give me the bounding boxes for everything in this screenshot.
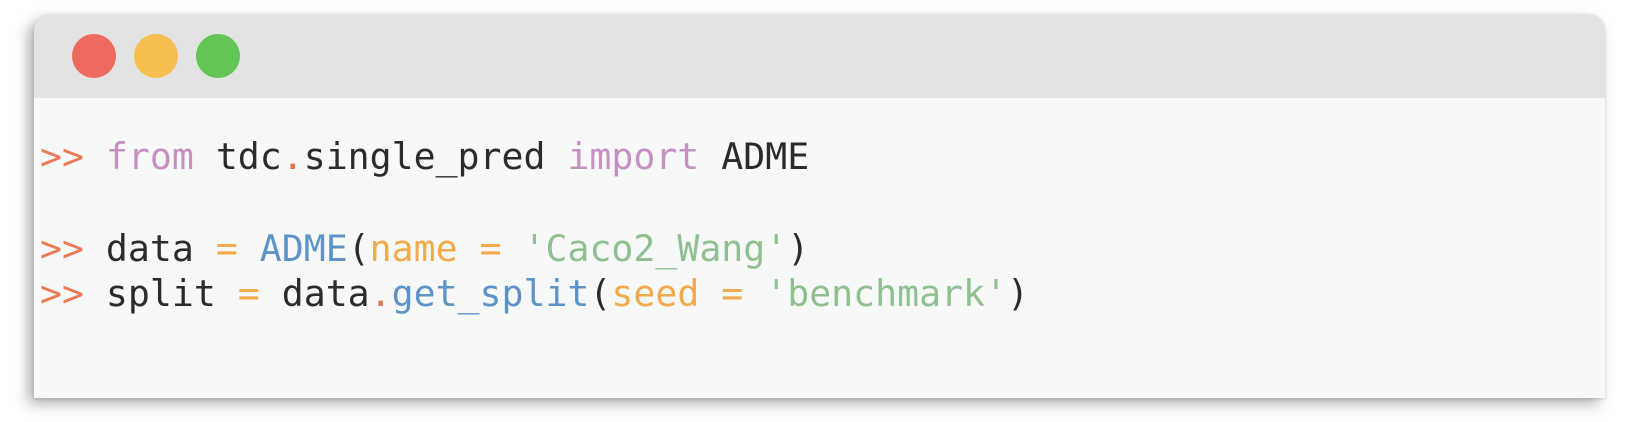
code-line-2: >> data = ADME(name = 'Caco2_Wang'): [40, 227, 809, 271]
code-token-param: seed: [611, 272, 700, 315]
code-token-default: (: [347, 227, 370, 270]
code-token-default: data: [259, 272, 370, 315]
code-token-default: (: [589, 272, 612, 315]
code-token-default: ): [787, 227, 810, 270]
code-token-op: =: [721, 272, 744, 315]
code-token-default: split: [83, 272, 238, 315]
code-token-prompt: >>: [40, 135, 84, 178]
code-token-func: get_split: [391, 272, 590, 315]
code-token-prompt: >>: [40, 227, 84, 270]
code-token-default: [743, 272, 765, 315]
code-token-default: ADME: [699, 135, 810, 178]
maximize-button[interactable]: [196, 34, 240, 78]
code-token-param: name: [369, 227, 458, 270]
code-token-func: ADME: [259, 227, 348, 270]
code-token-keyword: from: [105, 135, 194, 178]
code-line-3: >> split = data.get_split(seed = 'benchm…: [40, 272, 1029, 316]
code-token-string: 'benchmark': [765, 272, 1007, 315]
code-line-1: >> from tdc.single_pred import ADME: [40, 135, 809, 179]
code-token-default: [458, 227, 480, 270]
code-token-default: [699, 272, 721, 315]
code-token-default: ): [1006, 272, 1029, 315]
code-token-dot: .: [369, 272, 392, 315]
code-token-op: =: [215, 227, 238, 270]
code-token-prompt: >>: [40, 272, 84, 315]
window-titlebar: [34, 14, 1605, 98]
code-token-op: =: [237, 272, 260, 315]
code-token-default: tdc: [193, 135, 282, 178]
code-token-keyword: import: [567, 135, 700, 178]
code-token-string: 'Caco2_Wang': [523, 227, 788, 270]
code-token-default: data: [83, 227, 216, 270]
code-token-default: single_pred: [303, 135, 568, 178]
code-token-default: [238, 227, 260, 270]
code-token-default: [502, 227, 524, 270]
code-token-default: [84, 135, 106, 178]
close-button[interactable]: [72, 34, 116, 78]
code-window: >> from tdc.single_pred import ADME >> d…: [34, 14, 1605, 398]
code-area[interactable]: >> from tdc.single_pred import ADME >> d…: [34, 98, 1605, 398]
code-token-op: =: [479, 227, 502, 270]
code-token-dot: .: [281, 135, 304, 178]
minimize-button[interactable]: [134, 34, 178, 78]
